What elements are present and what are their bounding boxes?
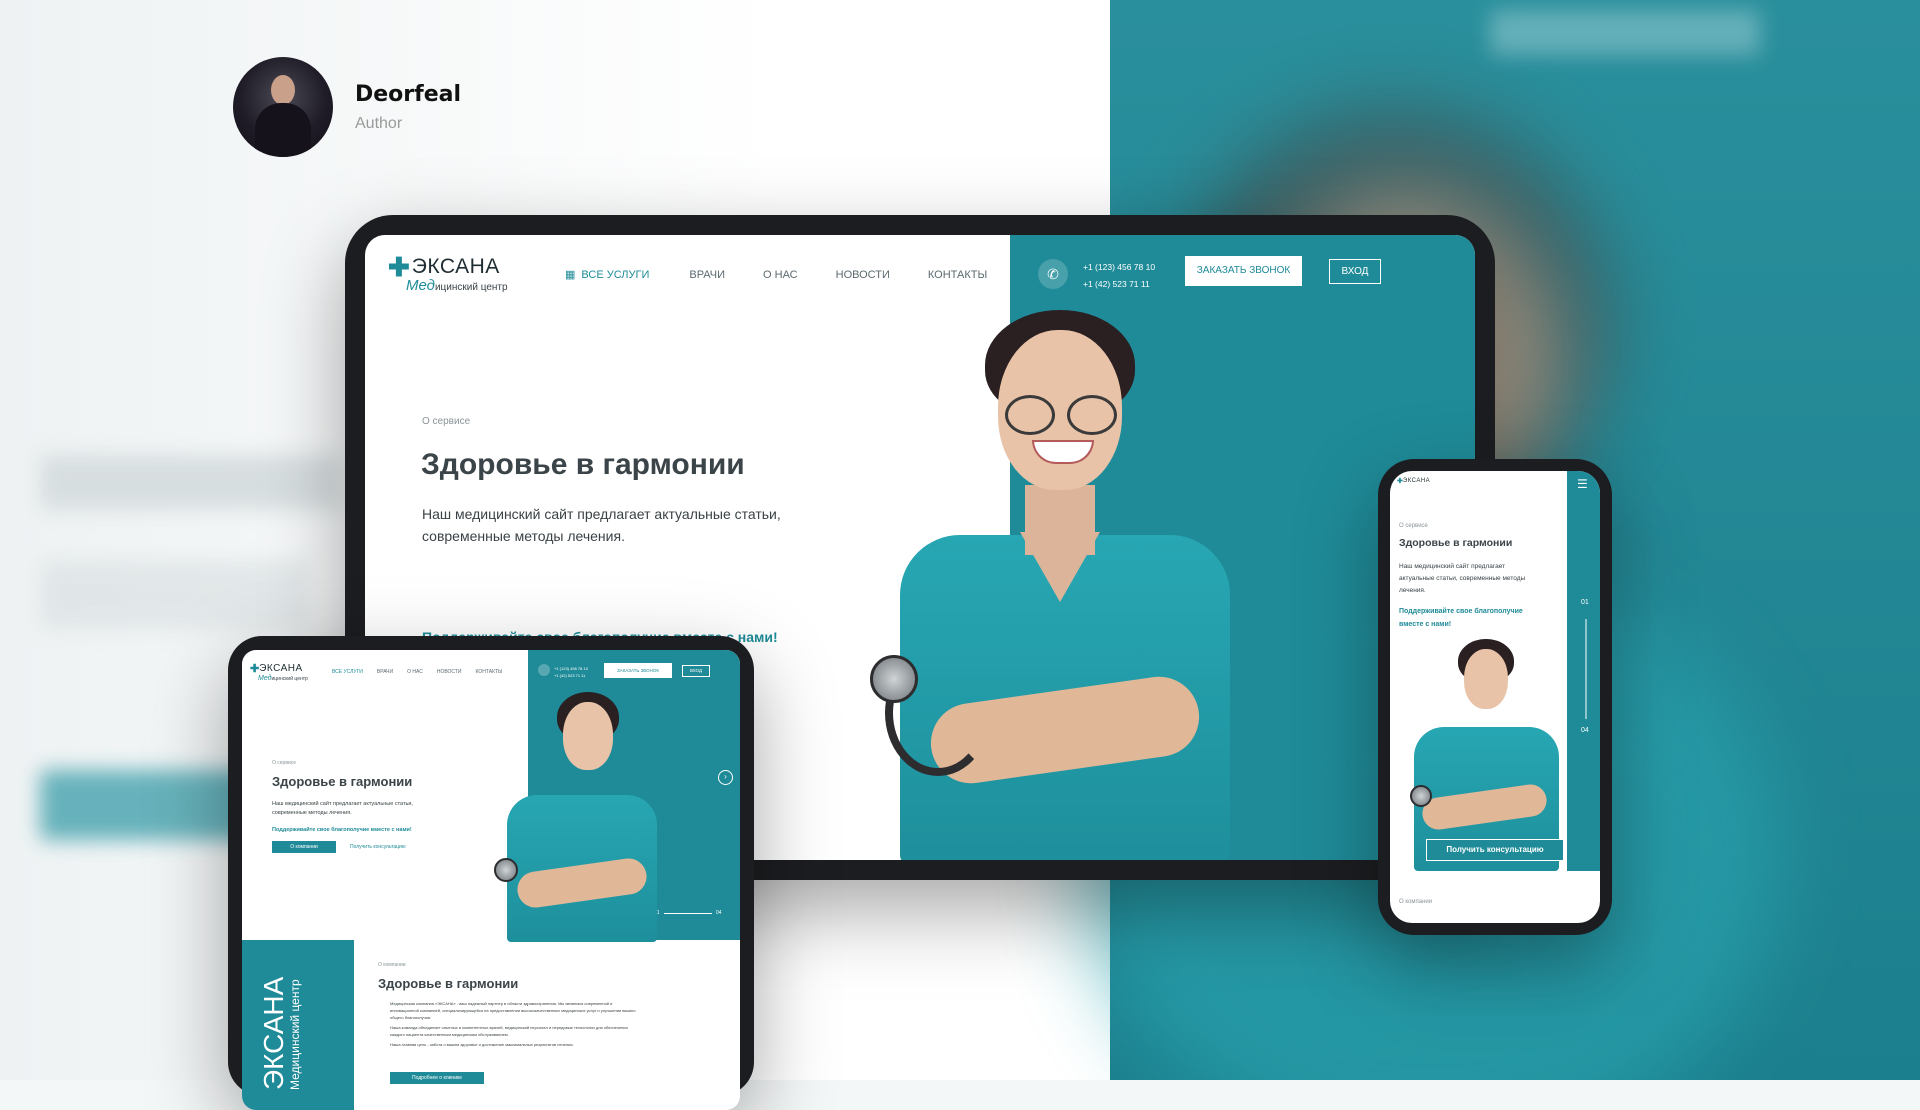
login-button[interactable]: ВХОД [1329,259,1381,284]
logo-sub: ицинский центр [271,676,308,682]
author-name[interactable]: Deorfeal [355,82,461,107]
hero-lead: Наш медицинский сайт предлагает актуальн… [1399,563,1526,594]
side-logo: ЭКСАНА Медицинский центр [258,977,302,1090]
logo-sub: ицинский центр [434,282,508,293]
hero-label: О сервисе [422,416,471,427]
menu-icon[interactable]: ☰ [1577,477,1588,491]
hero-title: Здоровье в гармонии [1399,537,1513,549]
get-consultation-button[interactable]: Получить консультацию [1426,839,1564,861]
about-label: О компании [378,962,406,968]
avatar[interactable] [233,57,333,157]
nav-item-news[interactable]: НОВОСТИ [836,269,890,281]
logo-name: ЭКСАНА [1402,478,1431,484]
about-paragraph: Наша главная цель - забота о вашем здоро… [390,1042,574,1047]
about-paragraph: Медицинская компания «ЭКСАНА» - ваш наде… [390,1001,636,1020]
logo-name: ЭКСАНА [259,663,303,674]
logo-cross-icon: ✚ [250,663,260,675]
about-label: О компании [1399,899,1433,905]
nav-item-services[interactable]: ВСЕ УСЛУГИ [332,669,363,675]
phone-number[interactable]: +1 (123) 456 78 10 [554,665,588,672]
main-nav: ▦ ВСЕ УСЛУГИ ВРАЧИ О НАС НОВОСТИ КОНТАКТ… [565,268,987,282]
background-blur-bar [1490,10,1760,55]
hero-lead-line: современные методы лечения. [272,810,352,816]
hero-lead-line: Наш медицинский сайт предлагает актуальн… [422,506,781,522]
get-consultation-link[interactable]: Получить консультацию [350,844,406,850]
nav-item-about[interactable]: О НАС [407,669,423,675]
background-blur-bar [40,455,340,510]
tablet-small-screen: ✚ ЭКСАНА Медицинский центр ВСЕ УСЛУГИ ВР… [242,650,740,1110]
nav-item-about[interactable]: О НАС [763,269,798,281]
nav-item-doctors[interactable]: ВРАЧИ [377,669,393,675]
logo-sub-accent: Мед [258,675,272,682]
phone-number[interactable]: +1 (42) 523 71 11 [1083,276,1155,293]
login-button[interactable]: ВХОД [682,665,710,677]
logo-name: ЭКСАНА [411,255,500,278]
author-card[interactable]: Deorfeal Author [233,57,461,157]
slide-total: 04 [1581,727,1589,734]
hero-label: О сервисе [272,760,297,766]
about-side-panel: ЭКСАНА Медицинский центр [242,940,354,1110]
phone-numbers: +1 (123) 456 78 10 +1 (42) 523 71 11 [1083,259,1155,293]
logo-sub-accent: Мед [406,277,435,294]
main-nav: ВСЕ УСЛУГИ ВРАЧИ О НАС НОВОСТИ КОНТАКТЫ [332,669,502,675]
hero-label: О сервисе [1399,523,1428,529]
hero-lead-line: современные методы лечения. [422,528,625,544]
phone-numbers: +1 (123) 456 78 10 +1 (42) 523 71 11 [554,665,588,679]
phone-number[interactable]: +1 (42) 523 71 11 [554,672,588,679]
slide-progress [1585,619,1587,719]
nav-item-services[interactable]: ВСЕ УСЛУГИ [581,269,649,281]
about-text: Медицинская компания «ЭКСАНА» - ваш наде… [390,1000,640,1048]
phone-frame: ✚ ЭКСАНА ☰ О сервисе Здоровье в гармонии… [1378,459,1612,935]
hero-title: Здоровье в гармонии [272,774,413,789]
slide-total: 04 [716,910,722,916]
grid-icon: ▦ [565,269,576,281]
hero-accent[interactable]: Поддерживайте свое благополучие вместе с… [272,827,412,833]
site-logo[interactable]: ✚ ЭКСАНА [1397,477,1430,485]
author-role: Author [355,114,403,132]
tablet-small-frame: ✚ ЭКСАНА Медицинский центр ВСЕ УСЛУГИ ВР… [228,636,754,1110]
order-call-button[interactable]: ЗАКАЗАТЬ ЗВОНОК [1187,258,1300,284]
hero-lead: Наш медицинский сайт предлагает актуальн… [272,800,413,818]
phone-icon[interactable]: ✆ [1038,259,1068,289]
site-logo[interactable]: ✚ ЭКСАНА Медицинский центр [388,252,508,294]
logo-cross-icon: ✚ [388,252,410,282]
nav-item-contacts[interactable]: КОНТАКТЫ [928,269,987,281]
hero-accent[interactable]: Поддерживайте свое благополучие вместе с… [1399,605,1539,631]
doctor-photo [860,310,1280,860]
order-call-button[interactable]: ЗАКАЗАТЬ ЗВОНОК [606,665,670,676]
doctor-photo [1402,639,1567,871]
about-company-button[interactable]: О компании [272,841,336,853]
nav-item-doctors[interactable]: ВРАЧИ [689,269,725,281]
side-logo-sub: Медицинский центр [288,979,302,1090]
background-blur-bar [40,560,310,630]
more-about-clinic-button[interactable]: Подробнее о клинике [390,1072,484,1084]
site-logo[interactable]: ✚ ЭКСАНА Медицинский центр [250,662,308,682]
phone-number[interactable]: +1 (123) 456 78 10 [1083,259,1155,276]
next-arrow-icon[interactable]: › [718,770,733,785]
phone-screen: ✚ ЭКСАНА ☰ О сервисе Здоровье в гармонии… [1390,471,1600,923]
hero-title: Здоровье в гармонии [421,448,745,481]
phone-icon[interactable] [538,664,550,676]
hero-lead-line: Наш медицинский сайт предлагает актуальн… [272,801,413,807]
slide-counter: 01 [1581,599,1589,606]
about-paragraph: Наша команда объединяет опытных и компет… [390,1025,628,1037]
side-logo-name: ЭКСАНА [258,976,289,1090]
phone-side-panel [1567,471,1600,871]
doctor-photo [482,690,682,942]
hero-lead: Наш медицинский сайт предлагает актуальн… [422,503,781,547]
about-title: Здоровье в гармонии [378,976,519,991]
nav-item-news[interactable]: НОВОСТИ [437,669,462,675]
nav-item-contacts[interactable]: КОНТАКТЫ [476,669,503,675]
